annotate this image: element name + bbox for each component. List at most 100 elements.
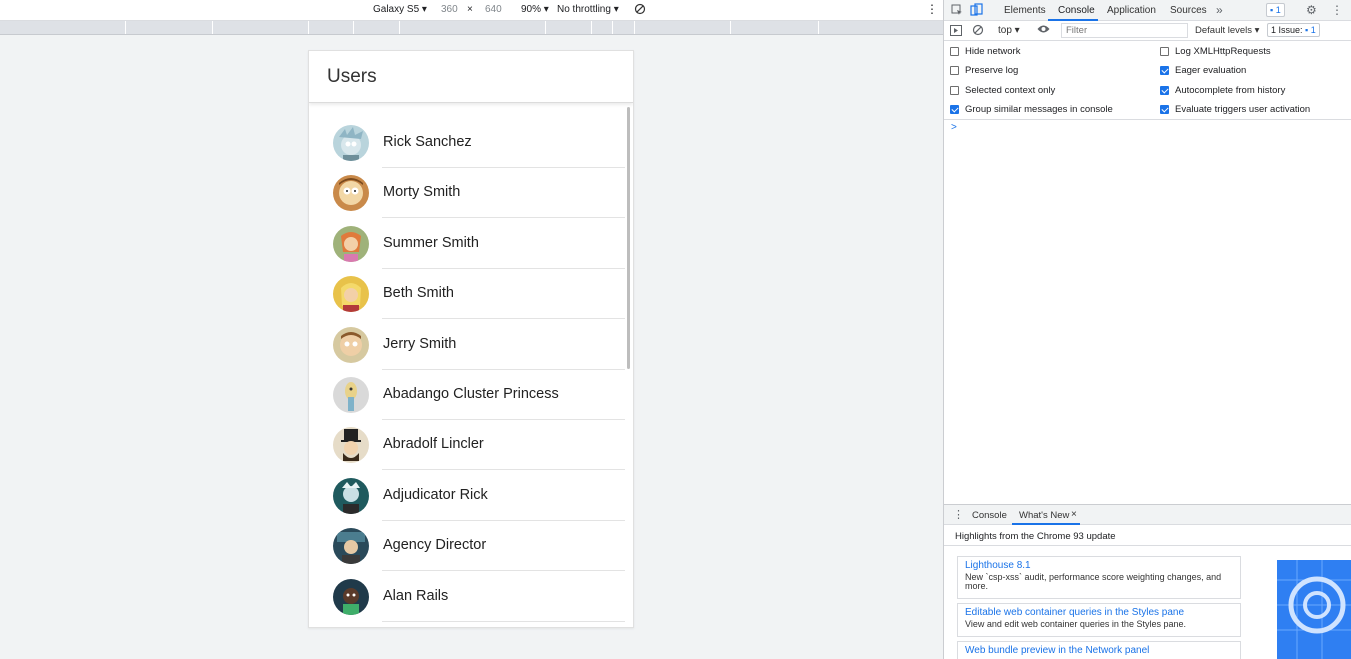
console-prompt[interactable]: > bbox=[951, 122, 957, 133]
device-toggle-icon[interactable] bbox=[970, 3, 983, 19]
context-select[interactable]: top ▾ bbox=[998, 25, 1020, 36]
card-title-link[interactable]: Lighthouse 8.1 bbox=[965, 560, 1233, 571]
option-evaluate-triggers[interactable]: Evaluate triggers user activation bbox=[1160, 104, 1310, 115]
list-scrollbar[interactable] bbox=[627, 107, 630, 369]
more-tabs-icon[interactable]: » bbox=[1216, 3, 1223, 17]
option-selected-context-only[interactable]: Selected context only bbox=[950, 85, 1055, 96]
checkbox-checked[interactable] bbox=[1160, 66, 1169, 75]
card-title-link[interactable]: Editable web container queries in the St… bbox=[965, 607, 1233, 618]
user-list[interactable]: Rick Sanchez Morty Smith Summer Smith Be… bbox=[309, 105, 633, 627]
context-label: top bbox=[998, 25, 1012, 36]
list-item[interactable]: Jerry Smith bbox=[309, 320, 625, 370]
option-log-xhr[interactable]: Log XMLHttpRequests bbox=[1160, 46, 1271, 57]
user-avatar bbox=[333, 226, 369, 262]
width-input[interactable]: 360 bbox=[441, 4, 458, 15]
live-expression-eye-icon[interactable] bbox=[1037, 24, 1050, 37]
option-label: Selected context only bbox=[965, 85, 1056, 96]
chrome-update-image bbox=[1277, 560, 1351, 659]
drawer-tab-console[interactable]: Console bbox=[972, 510, 1007, 521]
option-label: Log XMLHttpRequests bbox=[1175, 46, 1271, 57]
devtools-drawer: ⋮ Console What's New × Highlights from t… bbox=[944, 504, 1351, 659]
tab-console[interactable]: Console bbox=[1058, 5, 1095, 16]
checkbox[interactable] bbox=[950, 47, 959, 56]
issues-button[interactable]: 1 Issue: ▪ 1 bbox=[1267, 23, 1320, 37]
user-avatar bbox=[333, 478, 369, 514]
console-toolbar: top ▾ Default levels ▾ 1 Issue: ▪ 1 bbox=[944, 21, 1351, 41]
option-group-similar[interactable]: Group similar messages in console bbox=[950, 104, 1113, 115]
tab-sources[interactable]: Sources bbox=[1170, 5, 1207, 16]
list-item[interactable]: Morty Smith bbox=[309, 168, 625, 218]
list-item[interactable]: Rick Sanchez bbox=[309, 118, 625, 168]
devtools-tabbar: Elements Console Application Sources » ▪… bbox=[944, 0, 1351, 21]
filter-input[interactable] bbox=[1061, 23, 1188, 38]
throttling-label: No throttling bbox=[557, 4, 611, 15]
user-name: Abadango Cluster Princess bbox=[383, 386, 559, 402]
tab-application[interactable]: Application bbox=[1107, 5, 1156, 16]
messages-count: 1 bbox=[1275, 5, 1281, 15]
device-label: Galaxy S5 bbox=[373, 4, 420, 15]
media-query-ruler bbox=[0, 21, 943, 35]
option-eager-evaluation[interactable]: Eager evaluation bbox=[1160, 65, 1246, 76]
user-avatar bbox=[333, 327, 369, 363]
more-options-icon[interactable]: ⋮ bbox=[926, 2, 938, 16]
throttling-select[interactable]: No throttling ▾ bbox=[557, 4, 619, 15]
option-hide-network[interactable]: Hide network bbox=[950, 46, 1020, 57]
drawer-menu-icon[interactable]: ⋮ bbox=[953, 508, 964, 521]
zoom-select[interactable]: 90% ▾ bbox=[521, 4, 549, 15]
tab-elements[interactable]: Elements bbox=[1004, 5, 1046, 16]
whats-new-card[interactable]: Web bundle preview in the Network panel bbox=[957, 641, 1241, 659]
divider bbox=[944, 545, 1351, 546]
divider bbox=[382, 217, 625, 218]
option-label: Group similar messages in console bbox=[965, 104, 1113, 115]
list-item[interactable]: Summer Smith bbox=[309, 219, 625, 269]
user-name: Abradolf Lincler bbox=[383, 436, 484, 452]
card-title-link[interactable]: Web bundle preview in the Network panel bbox=[965, 645, 1233, 656]
checkbox[interactable] bbox=[1160, 47, 1169, 56]
user-name: Agency Director bbox=[383, 537, 487, 553]
drawer-tabbar: ⋮ Console What's New × bbox=[944, 505, 1351, 525]
option-preserve-log[interactable]: Preserve log bbox=[950, 65, 1018, 76]
message-icon: ▪ bbox=[1270, 5, 1274, 15]
list-item[interactable]: Abradolf Lincler bbox=[309, 420, 625, 470]
list-item[interactable]: Beth Smith bbox=[309, 269, 625, 319]
messages-badge[interactable]: ▪ 1 bbox=[1266, 3, 1285, 17]
user-avatar bbox=[333, 175, 369, 211]
user-name: Morty Smith bbox=[383, 184, 461, 200]
close-tab-icon[interactable]: × bbox=[1071, 509, 1077, 520]
rotate-icon[interactable] bbox=[634, 3, 646, 18]
checkbox[interactable] bbox=[950, 86, 959, 95]
checkbox-checked[interactable] bbox=[950, 105, 959, 114]
log-levels-select[interactable]: Default levels ▾ bbox=[1195, 25, 1259, 36]
devtools-menu-icon[interactable]: ⋮ bbox=[1331, 3, 1343, 17]
list-item[interactable]: Abadango Cluster Princess bbox=[309, 370, 625, 420]
height-input[interactable]: 640 bbox=[485, 4, 502, 15]
list-item[interactable]: Alan Rails bbox=[309, 572, 625, 622]
whats-new-card[interactable]: Editable web container queries in the St… bbox=[957, 603, 1241, 637]
user-name: Beth Smith bbox=[383, 285, 454, 301]
divider bbox=[382, 469, 625, 470]
settings-gear-icon[interactable]: ⚙ bbox=[1306, 3, 1317, 17]
card-description: New `csp-xss` audit, performance score w… bbox=[965, 572, 1222, 591]
device-viewport-area: Galaxy S5 ▾ 360 × 640 90% ▾ No throttlin… bbox=[0, 0, 943, 659]
dimension-separator: × bbox=[467, 4, 473, 15]
sidebar-toggle-icon[interactable] bbox=[950, 25, 962, 39]
user-name: Jerry Smith bbox=[383, 336, 457, 352]
option-label: Hide network bbox=[965, 46, 1021, 57]
checkbox[interactable] bbox=[950, 66, 959, 75]
device-select[interactable]: Galaxy S5 ▾ bbox=[373, 4, 427, 15]
list-item[interactable]: Adjudicator Rick bbox=[309, 471, 625, 521]
user-name: Summer Smith bbox=[383, 235, 479, 251]
whats-new-card[interactable]: Lighthouse 8.1 New `csp-xss` audit, perf… bbox=[957, 556, 1241, 599]
clear-console-icon[interactable] bbox=[972, 24, 984, 39]
checkbox-checked[interactable] bbox=[1160, 86, 1169, 95]
issues-count: 1 bbox=[1310, 25, 1316, 35]
checkbox-checked[interactable] bbox=[1160, 105, 1169, 114]
user-name: Rick Sanchez bbox=[383, 134, 472, 150]
drawer-tab-whats-new[interactable]: What's New bbox=[1019, 510, 1069, 521]
option-autocomplete-history[interactable]: Autocomplete from history bbox=[1160, 85, 1285, 96]
emulated-page: Users Rick Sanchez Morty Smith Summer Sm… bbox=[308, 50, 634, 628]
inspect-element-icon[interactable] bbox=[951, 4, 963, 19]
option-label: Eager evaluation bbox=[1175, 65, 1247, 76]
list-item[interactable]: Agency Director bbox=[309, 521, 625, 571]
divider bbox=[382, 318, 625, 319]
